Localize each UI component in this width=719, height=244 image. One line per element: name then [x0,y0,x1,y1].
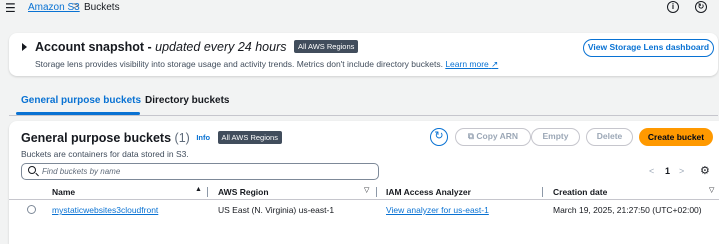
search-icon [28,166,36,174]
empty-button[interactable]: Empty [531,128,580,146]
general-purpose-buckets-panel: General purpose buckets (1) Info All AWS… [9,121,719,244]
column-divider [542,187,543,197]
snapshot-description: Storage lens provides visibility into st… [35,59,498,70]
tab-general-purpose-buckets[interactable]: General purpose buckets [21,95,141,107]
menu-icon[interactable]: ☰ [5,1,17,15]
snapshot-title: Account snapshot - updated every 24 hour… [35,39,359,55]
snapshot-subtitle: updated every 24 hours [155,40,287,54]
bucket-creation-date: March 19, 2025, 21:27:50 (UTC+02:00) [553,205,702,215]
copy-icon: ⧉ [467,131,474,141]
column-iam-access-analyzer[interactable]: IAM Access Analyzer [386,187,471,198]
region-badge: All AWS Regions [293,40,359,53]
snapshot-description-text: Storage lens provides visibility into st… [35,59,443,69]
column-divider [207,187,208,197]
bucket-tabs: General purpose buckets Directory bucket… [9,90,718,116]
page-number[interactable]: 1 [665,165,670,177]
panel-title: General purpose buckets (1) Info All AWS… [21,130,282,146]
sort-ascending-icon[interactable]: ▲ [195,186,202,193]
settings-gear-icon[interactable]: ⚙ [700,166,710,177]
table-header: Name ▲ AWS Region ▽ IAM Access Analyzer … [9,184,719,200]
bucket-count: (1) [174,131,190,145]
view-storage-lens-button[interactable]: View Storage Lens dashboard [583,39,714,57]
column-aws-region[interactable]: AWS Region [218,187,269,198]
external-link-icon: ↗ [491,59,499,69]
delete-button[interactable]: Delete [586,128,633,146]
sort-icon[interactable]: ▽ [709,186,714,194]
tab-directory-buckets[interactable]: Directory buckets [145,95,229,107]
expand-caret-icon[interactable] [22,43,27,51]
copy-arn-button[interactable]: ⧉ Copy ARN [455,128,531,146]
next-page-button[interactable]: > [679,165,684,177]
panel-description: Buckets are containers for data stored i… [21,149,189,159]
bucket-region: US East (N. Virginia) us-east-1 [218,205,335,215]
panel-title-text: General purpose buckets [21,131,172,145]
panel-region-badge: All AWS Regions [217,131,282,144]
view-analyzer-link[interactable]: View analyzer for us-east-1 [386,205,489,216]
learn-more-link[interactable]: Learn more ↗ [445,59,498,69]
snapshot-title-text: Account snapshot - [35,40,156,54]
top-bar: ☰ Amazon S3 > Buckets i ↻ [0,0,719,18]
create-bucket-button[interactable]: Create bucket [639,128,713,146]
bucket-search-input[interactable] [42,165,362,178]
info-icon[interactable]: i [667,1,679,13]
active-tab-indicator [16,112,140,115]
sort-icon[interactable]: ▽ [364,186,369,194]
breadcrumb-current: Buckets [84,2,120,13]
column-divider [376,187,377,197]
breadcrumb-separator: > [73,1,79,12]
previous-page-button[interactable]: < [649,165,654,177]
column-name[interactable]: Name [52,187,75,198]
account-snapshot-panel: Account snapshot - updated every 24 hour… [9,33,718,76]
column-creation-date[interactable]: Creation date [553,187,607,198]
bucket-search[interactable] [21,163,379,180]
info-link[interactable]: Info [196,133,210,142]
row-select-radio[interactable] [27,205,36,214]
notifications-icon[interactable]: ↻ [695,1,707,13]
bucket-name-link[interactable]: mystaticwebsites3cloudfront [52,205,158,216]
table-row[interactable]: mystaticwebsites3cloudfront US East (N. … [9,201,719,219]
refresh-icon: ↻ [434,130,444,142]
refresh-button[interactable]: ↻ [430,128,448,146]
breadcrumb-amazon-s3[interactable]: Amazon S3 [28,2,80,14]
